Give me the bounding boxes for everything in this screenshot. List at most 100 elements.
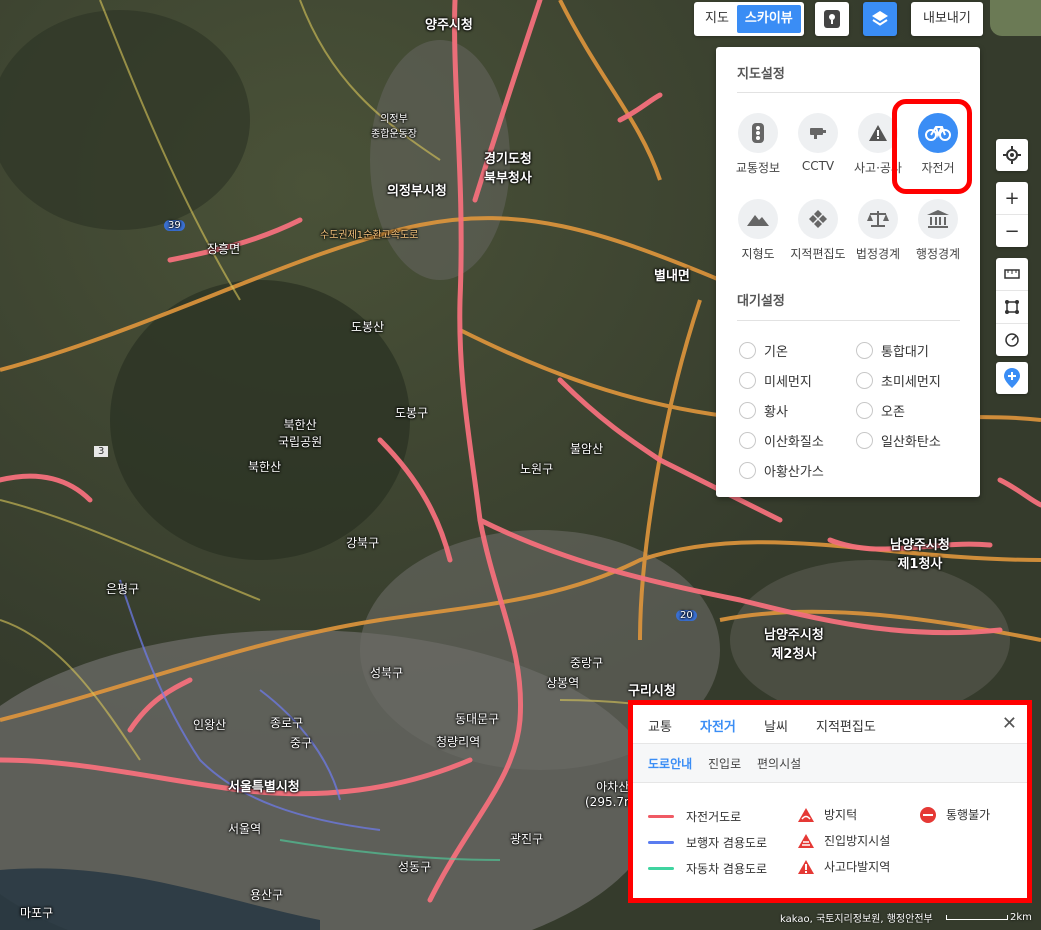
subtab-facilities[interactable]: 편의시설 (757, 755, 801, 772)
air-settings-title: 대기설정 (737, 294, 785, 309)
subtab-road-guide[interactable]: 도로안내 (648, 755, 692, 772)
area-icon (1005, 300, 1019, 314)
air-option-label: 황사 (764, 405, 788, 420)
map-label-bukhansan: 북한산 (248, 460, 282, 474)
radius-button[interactable] (996, 323, 1028, 356)
map-label-jung: 중구 (290, 736, 313, 750)
map-label-gwangjin: 광진구 (510, 832, 544, 846)
scale-label: 2km (1010, 912, 1032, 923)
map-type-map[interactable]: 지도 (697, 5, 737, 33)
minus-icon: − (1004, 220, 1020, 242)
air-option-co[interactable]: 일산화탄소 (856, 431, 941, 450)
legend-label: 통행불가 (946, 808, 991, 822)
map-label-jungnang: 중랑구 (570, 656, 604, 670)
map-label-expressway: 수도권제1순환고속도로 (320, 230, 419, 241)
air-option-pm25[interactable]: 초미세먼지 (856, 371, 941, 390)
map-label-uijeongbu-city: 의정부시청 (387, 184, 447, 199)
map-type-switch: 지도 스카이뷰 (694, 2, 804, 36)
pedestrian-road-swatch (648, 841, 674, 844)
air-option-ozone[interactable]: 오존 (856, 401, 905, 420)
building-icon (927, 210, 949, 228)
ruler-button[interactable] (996, 258, 1028, 290)
radius-icon (1005, 333, 1019, 347)
layer-cadastral[interactable]: 지적편집도 (788, 199, 848, 262)
legend-accident-zone: 사고다발지역 (798, 858, 890, 875)
tab-cadastral[interactable]: 지적편집도 (816, 716, 876, 735)
map-settings-title: 지도설정 (737, 67, 785, 82)
cctv-icon (810, 128, 826, 139)
tools-control (996, 258, 1028, 356)
map-label-eunpyeong: 은평구 (106, 582, 140, 596)
map-label-cheongnyangni: 청량리역 (436, 735, 481, 749)
legend-car-road: 자동차 겸용도로 (648, 860, 767, 877)
map-label-dobongsan: 도봉산 (351, 320, 385, 334)
air-option-label: 기온 (764, 345, 788, 360)
bicycle-highlight-box (892, 99, 972, 194)
map-label-dobong: 도봉구 (395, 406, 429, 420)
map-label-gangbuk: 강북구 (346, 536, 380, 550)
route-3-badge: 3 (94, 446, 109, 457)
map-label-seoul: 서울특별시청 (228, 780, 300, 795)
map-label-bulamsan: 불암산 (570, 442, 604, 456)
subtab-entrance[interactable]: 진입로 (708, 755, 741, 772)
current-location-button[interactable] (996, 139, 1028, 171)
layer-terrain[interactable]: 지형도 (728, 199, 788, 262)
map-label-uijeongbu-sports: 의정부 종합운동장 (371, 114, 417, 140)
cadastral-icon (809, 210, 827, 228)
user-avatar[interactable] (990, 0, 1041, 36)
divider (737, 320, 960, 321)
layer-admin-boundary[interactable]: 행정경계 (908, 199, 968, 262)
export-button[interactable]: 내보내기 (911, 2, 983, 36)
area-button[interactable] (996, 290, 1028, 323)
route-20-badge: 20 (676, 610, 697, 621)
no-entry-icon (920, 806, 936, 823)
map-label-mapo: 마포구 (20, 906, 54, 920)
legend-label: 자동차 겸용도로 (686, 862, 768, 876)
zoom-out-button[interactable]: − (996, 214, 1028, 247)
air-option-temperature[interactable]: 기온 (739, 341, 788, 360)
air-option-yellow-dust[interactable]: 황사 (739, 401, 788, 420)
close-icon[interactable]: ✕ (1002, 713, 1017, 734)
map-type-skyview[interactable]: 스카이뷰 (736, 5, 801, 33)
roadview-button[interactable] (815, 2, 849, 36)
legend-bike-road: 자전거도로 (648, 808, 741, 825)
layers-button[interactable] (863, 2, 897, 36)
layer-traffic-label: 교통정보 (735, 161, 781, 175)
add-pin-icon (1004, 368, 1020, 388)
layer-traffic[interactable]: 교통정보 (728, 113, 788, 176)
layer-cctv[interactable]: CCTV (788, 113, 848, 173)
add-place-control (996, 362, 1028, 394)
layer-legal-boundary[interactable]: 법정경계 (848, 199, 908, 262)
current-location-control (996, 139, 1028, 171)
accident-warning-icon (798, 859, 814, 874)
zoom-control: + − (996, 182, 1028, 247)
tab-bicycle[interactable]: 자전거 (700, 716, 736, 735)
map-label-seoul-station: 서울역 (228, 822, 262, 836)
legend-label: 사고다발지역 (824, 860, 891, 874)
map-label-seongbuk: 성북구 (370, 666, 404, 680)
legend-speed-bump: 방지턱 (798, 806, 857, 823)
air-option-label: 오존 (881, 405, 905, 420)
legend-barrier: 진입방지시설 (798, 832, 890, 849)
plus-icon: + (1004, 187, 1020, 209)
air-option-label: 통합대기 (881, 345, 929, 360)
divider (737, 92, 960, 93)
map-label-sangbong: 상봉역 (546, 676, 580, 690)
zoom-in-button[interactable]: + (996, 182, 1028, 214)
crosshair-icon (1003, 146, 1021, 164)
air-option-so2[interactable]: 아황산가스 (739, 461, 824, 480)
car-road-swatch (648, 867, 674, 870)
air-option-no2[interactable]: 이산화질소 (739, 431, 824, 450)
legend-label: 보행자 겸용도로 (686, 836, 768, 850)
air-option-cai[interactable]: 통합대기 (856, 341, 929, 360)
add-place-button[interactable] (996, 362, 1028, 394)
tab-weather[interactable]: 날씨 (764, 716, 788, 735)
air-option-pm10[interactable]: 미세먼지 (739, 371, 812, 390)
tab-traffic[interactable]: 교통 (648, 716, 672, 735)
legend-pedestrian-road: 보행자 겸용도로 (648, 834, 767, 851)
legend-tabs: 교통 자전거 날씨 지적편집도 ✕ (633, 705, 1027, 744)
bump-warning-icon (798, 807, 814, 822)
map-label-inwangsan: 인왕산 (193, 718, 227, 732)
map-label-guri: 구리시청 (628, 684, 676, 699)
map-label-bukhansan-park: 북한산 국립공원 (278, 418, 323, 449)
